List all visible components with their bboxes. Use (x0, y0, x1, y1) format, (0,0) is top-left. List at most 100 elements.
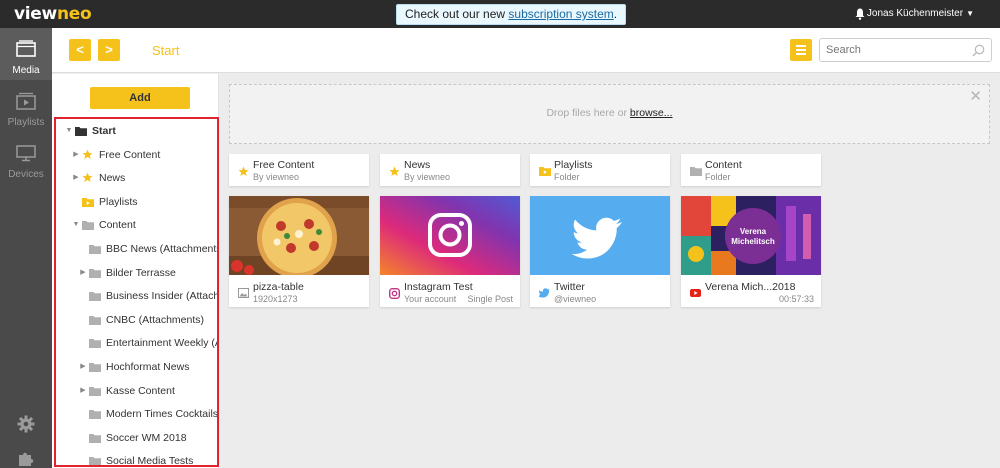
gear-icon[interactable] (17, 415, 35, 433)
tree-node-label: Start (92, 125, 116, 137)
playlist-icon (16, 92, 36, 110)
devices-icon (16, 145, 36, 162)
close-icon[interactable]: ✕ (969, 87, 982, 105)
chevron-down-icon[interactable]: ▼ (71, 217, 81, 233)
media-card-instagram-test[interactable]: Instagram Test Your account Single Post (380, 196, 520, 307)
chevron-right-icon[interactable]: ▶ (78, 383, 88, 399)
pizza-thumbnail (229, 196, 369, 275)
tree-node[interactable]: CNBC (Attachments) (78, 312, 217, 328)
top-bar: viewneo Check out our new subscription s… (0, 0, 1000, 28)
folder-title: Playlists (554, 159, 593, 171)
folder-icon (89, 267, 101, 281)
nav-playlists[interactable]: Playlists (0, 80, 52, 132)
media-subtitle: @viewneo (554, 294, 597, 304)
puzzle-icon[interactable] (17, 449, 35, 467)
folder-sidebar: Add ▼ Start ▶ Free Content ▶ News Playlists ▼ Co… (52, 74, 219, 468)
folder-icon (89, 314, 101, 328)
tree-node-label: News (99, 172, 126, 185)
tree-node[interactable]: ▼ Start (64, 123, 217, 139)
tree-node[interactable]: ▶ Bilder Terrasse (78, 265, 217, 281)
nav-media[interactable]: Media (0, 28, 52, 80)
tree-node[interactable]: ▶ Hochformat News (78, 359, 217, 375)
tree-node-label: Playlists (99, 195, 138, 208)
chevron-down-icon: ▼ (966, 9, 974, 18)
folder-icon (690, 167, 702, 176)
folder-card-news[interactable]: News By viewneo (380, 154, 520, 186)
tree-node-label: Hochformat News (106, 361, 190, 373)
folder-card-playlists[interactable]: Playlists Folder (530, 154, 670, 186)
bell-icon[interactable] (855, 8, 865, 20)
subscription-link[interactable]: subscription system (508, 7, 613, 21)
folder-icon (82, 219, 94, 233)
tree-node-label: Business Insider (Attachments) (106, 290, 217, 303)
image-icon (238, 288, 249, 298)
star-icon (389, 166, 400, 176)
folder-subtitle: Folder (705, 172, 731, 182)
video-thumbnail: Verena Michelitsch (681, 196, 821, 275)
nav-devices-label: Devices (8, 169, 44, 180)
folder-icon (89, 243, 101, 257)
chevron-right-icon[interactable]: ▶ (78, 265, 88, 281)
nav-media-label: Media (12, 65, 40, 76)
media-card-twitter[interactable]: Twitter @viewneo (530, 196, 670, 307)
media-duration: 00:57:33 (778, 294, 814, 304)
breadcrumb[interactable]: Start (152, 43, 179, 58)
tree-node-label: Entertainment Weekly (Attachments) (106, 337, 217, 350)
folder-title: Content (705, 159, 742, 171)
dropzone-message: Drop files here or browse... (230, 107, 989, 119)
search-icon[interactable] (972, 44, 985, 57)
tree-node[interactable]: ▼ Content (71, 217, 217, 233)
dropzone-text: Drop files here or (546, 107, 627, 119)
instagram-icon (389, 288, 400, 299)
tree-node-label: Free Content (99, 148, 161, 161)
tree-node-label: BBC News (Attachments) (106, 243, 217, 255)
folder-icon (89, 432, 101, 446)
chevron-right-icon[interactable]: ▶ (78, 359, 88, 375)
playlist-folder-icon (539, 167, 551, 176)
folder-dark-icon (75, 125, 87, 139)
tree-node[interactable]: ▶ Free Content (71, 147, 217, 163)
chevron-left-icon: < (76, 42, 84, 57)
media-card-pizza-table[interactable]: pizza-table 1920x1273 (229, 196, 369, 307)
tree-node[interactable]: Social Media Tests (78, 453, 217, 468)
browse-link[interactable]: browse... (630, 107, 673, 119)
folder-card-free-content[interactable]: Free Content By viewneo (229, 154, 369, 186)
media-title: Twitter (554, 281, 585, 293)
chevron-right-icon[interactable]: ▶ (71, 170, 81, 186)
add-button[interactable]: Add (90, 87, 190, 109)
tree-node-label: Social Media Tests (106, 455, 194, 468)
tree-node[interactable]: Modern Times Cocktails (Attachments) (78, 406, 217, 422)
folder-title: Free Content (253, 159, 315, 171)
folder-icon (89, 408, 101, 422)
back-button[interactable]: < (69, 39, 91, 61)
list-view-button[interactable] (790, 39, 812, 61)
chevron-down-icon[interactable]: ▼ (64, 123, 74, 139)
thumb-caption-2: Michelitsch (731, 237, 775, 246)
viewneo-logo[interactable]: viewneo (14, 4, 92, 24)
user-menu[interactable]: Jonas Küchenmeister ▼ (867, 8, 974, 19)
star-icon (82, 172, 93, 186)
media-card-verena-video[interactable]: Verena Michelitsch Verena Mich...2018 00… (681, 196, 821, 307)
chevron-right-icon: > (105, 42, 113, 57)
twitter-thumbnail (530, 196, 670, 275)
search-input[interactable] (820, 39, 965, 61)
tree-node-label: Modern Times Cocktails (Attachments) (106, 408, 217, 421)
upload-dropzone[interactable]: Drop files here or browse... ✕ (229, 84, 990, 144)
nav-devices[interactable]: Devices (0, 132, 52, 184)
folder-card-content[interactable]: Content Folder (681, 154, 821, 186)
tree-node[interactable]: ▶ News (71, 170, 217, 186)
tree-node[interactable]: Playlists (71, 194, 217, 210)
tree-node[interactable]: Business Insider (Attachments) (78, 288, 217, 304)
logo-main: view (14, 4, 57, 24)
forward-button[interactable]: > (98, 39, 120, 61)
tree-node[interactable]: BBC News (Attachments) (78, 241, 217, 257)
thumb-caption-1: Verena (740, 227, 767, 236)
folder-title: News (404, 159, 431, 171)
folder-icon (89, 455, 101, 468)
media-title: Instagram Test (404, 281, 473, 293)
media-icon (16, 40, 36, 57)
tree-node[interactable]: Soccer WM 2018 (78, 430, 217, 446)
chevron-right-icon[interactable]: ▶ (71, 147, 81, 163)
tree-node[interactable]: Entertainment Weekly (Attachments) (78, 335, 217, 351)
tree-node[interactable]: ▶ Kasse Content (78, 383, 217, 399)
